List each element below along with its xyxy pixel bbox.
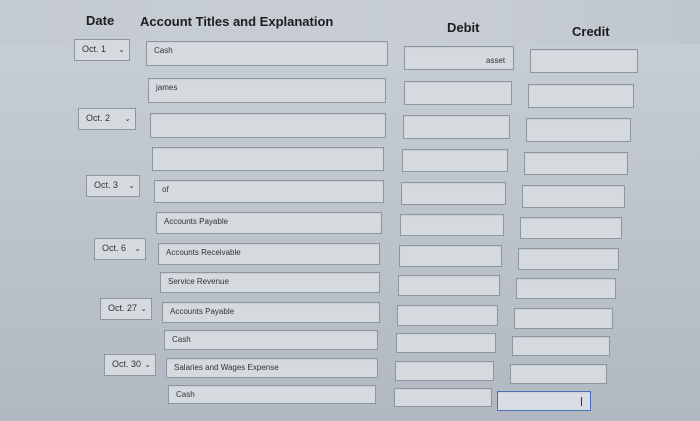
- debit-field-11[interactable]: [395, 361, 494, 381]
- chevron-down-icon: ⌄: [124, 114, 131, 123]
- account-value: of: [162, 185, 169, 194]
- chevron-down-icon: ⌄: [144, 360, 151, 369]
- account-value: Accounts Payable: [164, 217, 229, 226]
- date-select-oct-3[interactable]: Oct. 3 ⌄: [86, 175, 140, 197]
- account-field-11[interactable]: Salaries and Wages Expense: [166, 358, 378, 378]
- account-field-8[interactable]: Service Revenue: [160, 272, 380, 293]
- debit-field-4[interactable]: [402, 149, 508, 172]
- chevron-down-icon: ⌄: [134, 244, 141, 253]
- credit-field-6[interactable]: [520, 217, 622, 239]
- debit-value: asset: [486, 56, 506, 65]
- account-value: james: [156, 83, 178, 92]
- debit-field-3[interactable]: [403, 115, 510, 139]
- date-select-oct-1[interactable]: Oct. 1 ⌄: [74, 39, 130, 61]
- credit-field-4[interactable]: [524, 152, 628, 175]
- date-value: Oct. 3: [94, 180, 119, 190]
- account-value: Cash: [172, 335, 191, 344]
- account-field-9[interactable]: Accounts Payable: [162, 302, 380, 323]
- date-value: Oct. 1: [82, 44, 107, 54]
- text-cursor: [581, 397, 582, 406]
- date-select-oct-6[interactable]: Oct. 6 ⌄: [94, 238, 146, 260]
- account-field-4[interactable]: [152, 147, 384, 171]
- account-value: Salaries and Wages Expense: [174, 363, 279, 372]
- debit-field-5[interactable]: [401, 182, 506, 205]
- account-value: Service Revenue: [168, 277, 229, 286]
- debit-field-12[interactable]: [394, 388, 492, 407]
- debit-field-9[interactable]: [397, 305, 498, 326]
- credit-field-8[interactable]: [516, 278, 616, 299]
- credit-field-2[interactable]: [528, 84, 634, 108]
- account-field-2[interactable]: james: [148, 78, 386, 103]
- account-field-1[interactable]: Cash: [146, 41, 388, 66]
- debit-column-header: Debit: [447, 20, 480, 35]
- date-select-oct-27[interactable]: Oct. 27 ⌄: [100, 298, 152, 320]
- account-value: Cash: [154, 46, 173, 55]
- account-field-3[interactable]: [150, 113, 386, 138]
- account-field-6[interactable]: Accounts Payable: [156, 212, 382, 234]
- date-value: Oct. 27: [108, 303, 138, 313]
- account-field-10[interactable]: Cash: [164, 330, 378, 350]
- date-select-oct-2[interactable]: Oct. 2 ⌄: [78, 108, 136, 130]
- date-select-oct-30[interactable]: Oct. 30 ⌄: [104, 354, 156, 376]
- account-column-header: Account Titles and Explanation: [140, 14, 334, 29]
- chevron-down-icon: ⌄: [128, 181, 135, 190]
- account-value: Accounts Payable: [170, 307, 235, 316]
- account-value: Accounts Receivable: [166, 248, 241, 257]
- debit-field-8[interactable]: [398, 275, 500, 296]
- chevron-down-icon: ⌄: [140, 304, 147, 313]
- credit-field-1[interactable]: [530, 49, 638, 73]
- account-field-5[interactable]: of: [154, 180, 384, 203]
- credit-field-9[interactable]: [514, 308, 613, 329]
- credit-field-5[interactable]: [522, 185, 625, 208]
- debit-field-10[interactable]: [396, 333, 496, 353]
- date-value: Oct. 30: [112, 359, 142, 369]
- date-value: Oct. 2: [86, 113, 111, 123]
- table-header: Date Account Titles and Explanation Debi…: [0, 0, 700, 44]
- credit-field-10[interactable]: [512, 336, 610, 356]
- credit-field-11[interactable]: [510, 364, 607, 384]
- debit-field-7[interactable]: [399, 245, 502, 267]
- account-field-12[interactable]: Cash: [168, 385, 376, 404]
- date-column-header: Date: [86, 13, 115, 28]
- credit-field-12[interactable]: [497, 391, 591, 411]
- debit-field-6[interactable]: [400, 214, 504, 236]
- chevron-down-icon: ⌄: [118, 45, 125, 54]
- credit-field-3[interactable]: [526, 118, 631, 142]
- account-field-7[interactable]: Accounts Receivable: [158, 243, 380, 265]
- debit-field-2[interactable]: [404, 81, 512, 105]
- account-value: Cash: [176, 390, 195, 399]
- date-value: Oct. 6: [102, 243, 127, 253]
- credit-column-header: Credit: [572, 24, 610, 39]
- credit-field-7[interactable]: [518, 248, 619, 270]
